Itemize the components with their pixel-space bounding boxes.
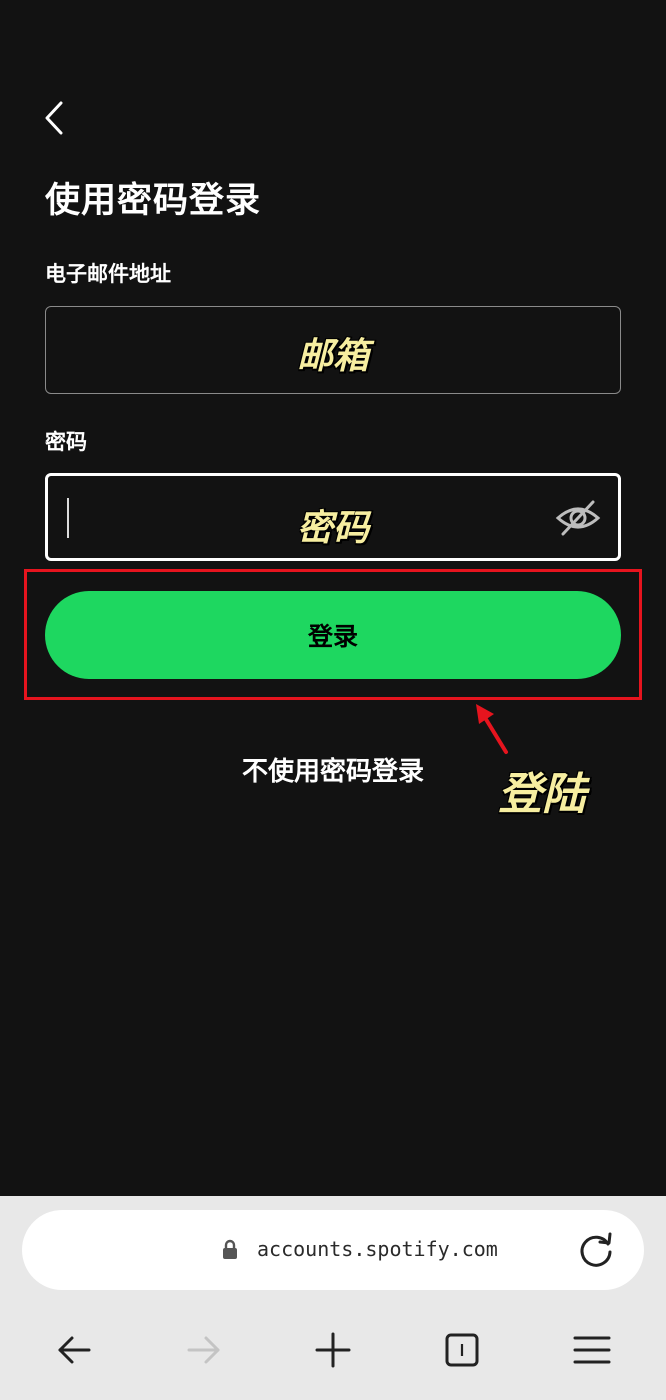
chevron-left-icon (45, 101, 63, 135)
annotation-arrow-icon (476, 704, 508, 754)
page-title: 使用密码登录 (45, 181, 262, 221)
browser-forward-button[interactable] (174, 1320, 234, 1380)
back-arrow-icon (58, 1336, 91, 1364)
annotation-label: 登陆 (498, 769, 586, 820)
password-visibility-toggle[interactable] (554, 494, 602, 542)
tabs-button[interactable] (432, 1320, 492, 1380)
new-tab-button[interactable] (303, 1320, 363, 1380)
lock-icon (223, 1239, 237, 1259)
reload-icon[interactable] (576, 1230, 616, 1270)
url-text: accounts.spotify.com (257, 1237, 498, 1261)
email-field[interactable]: 邮箱 (45, 306, 621, 394)
address-bar[interactable]: accounts.spotify.com (22, 1210, 644, 1290)
browser-toolbar: accounts.spotify.com (0, 1196, 666, 1400)
login-button[interactable]: 登录 (45, 591, 621, 679)
browser-menu-button[interactable] (562, 1320, 622, 1380)
back-button[interactable] (34, 98, 74, 138)
new-tab-plus-icon (315, 1332, 351, 1368)
email-annotation-text: 邮箱 (296, 336, 369, 377)
email-label: 电子邮件地址 (45, 262, 171, 286)
browser-nav-row (0, 1320, 666, 1380)
password-field[interactable]: 密码 (45, 473, 621, 561)
eye-off-icon (555, 500, 601, 536)
tabs-icon (445, 1333, 479, 1367)
forward-arrow-icon (187, 1336, 220, 1364)
menu-icon (573, 1336, 611, 1364)
password-annotation-text: 密码 (296, 508, 369, 549)
password-label: 密码 (45, 430, 87, 454)
browser-back-button[interactable] (44, 1320, 104, 1380)
